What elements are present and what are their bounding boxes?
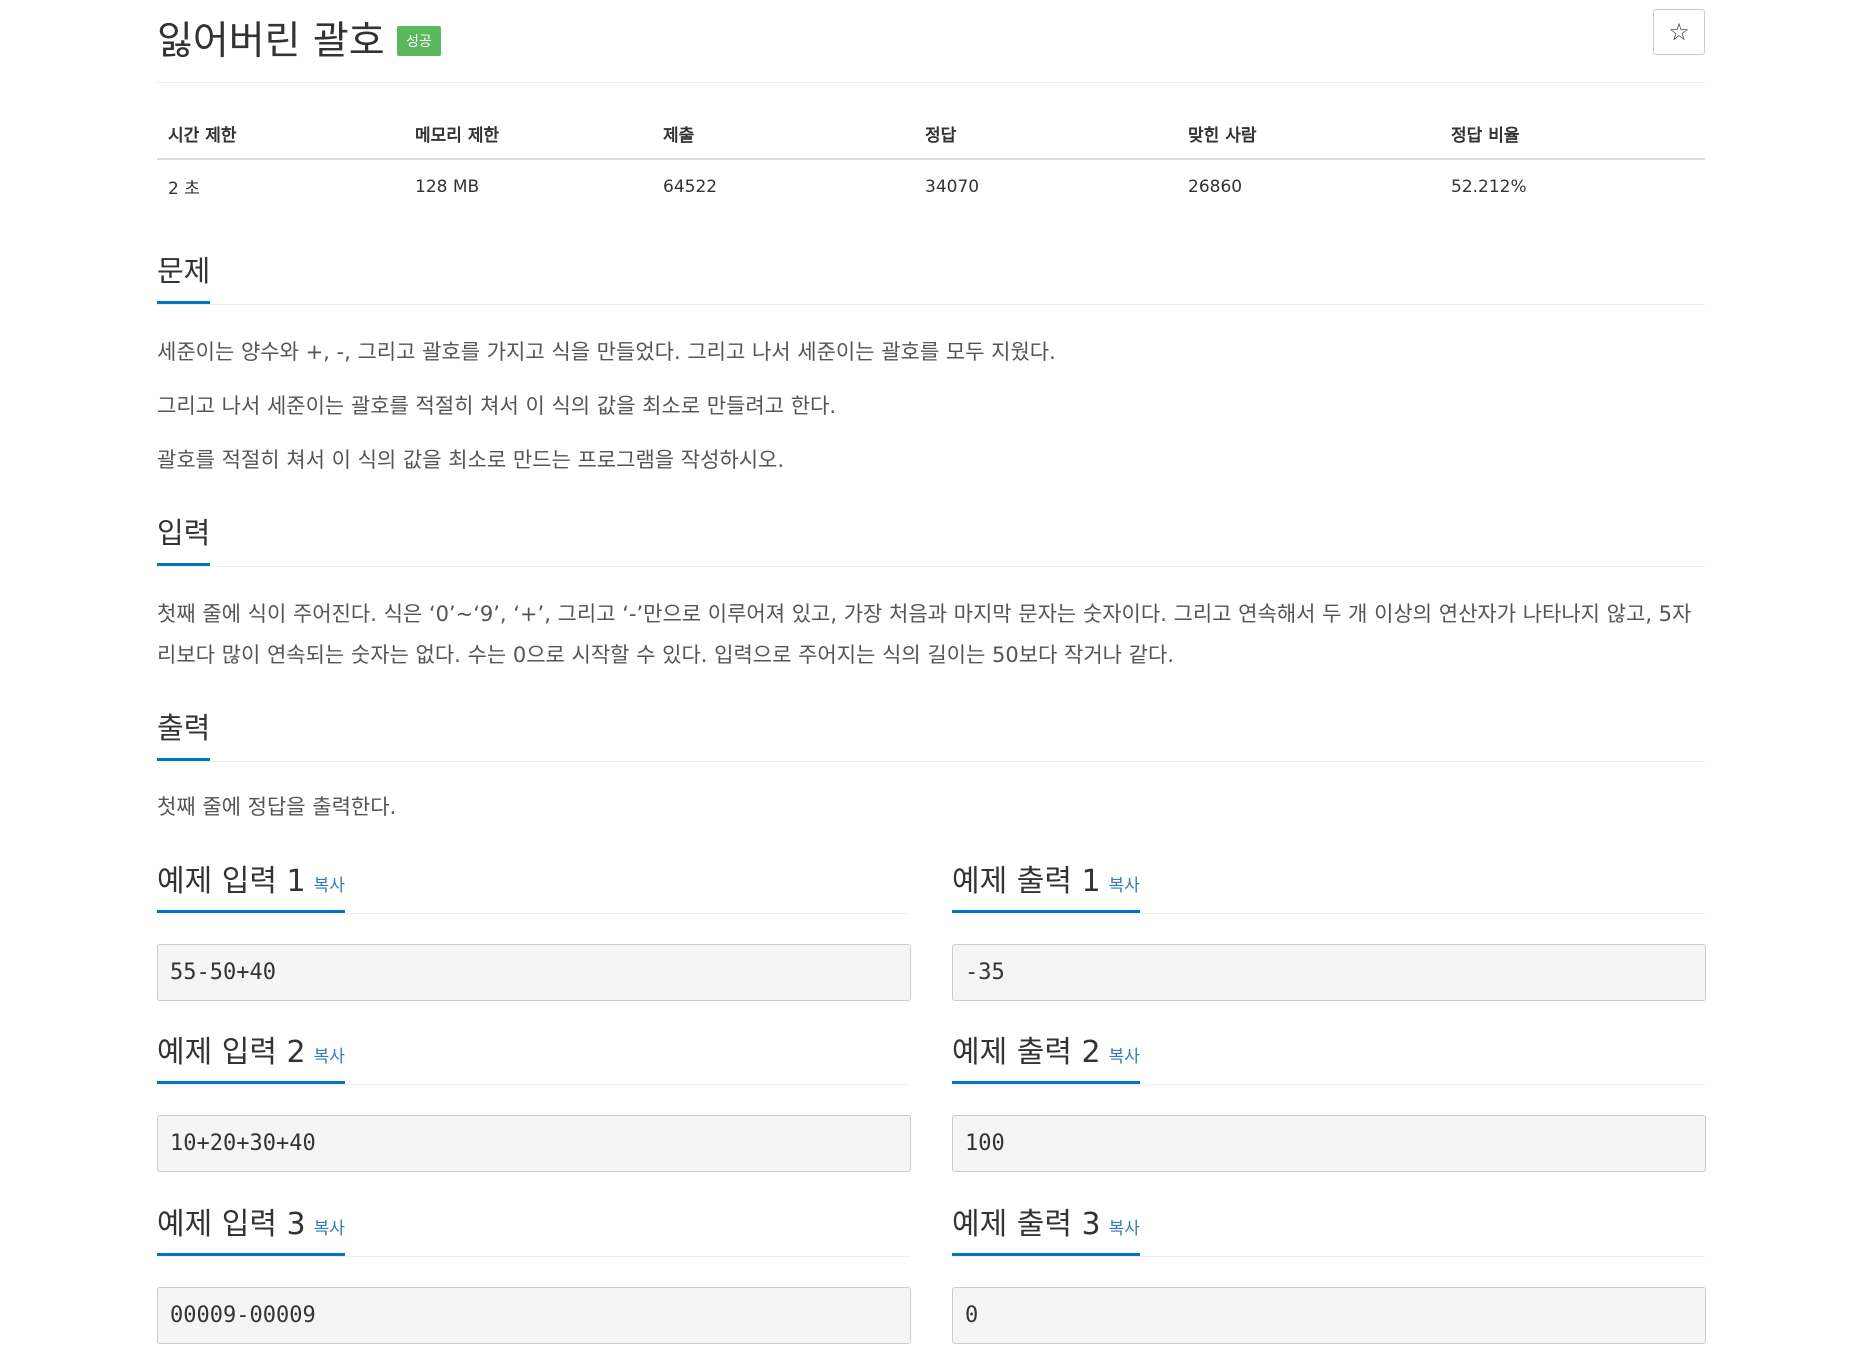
output-header: 출력 <box>157 705 1705 762</box>
problem-page: 잃어버린 괄호 성공 ☆ 시간 제한 메모리 제한 제출 정답 맞힌 사람 정답… <box>157 0 1706 1344</box>
ratio-header: 정답 비율 <box>1440 106 1705 160</box>
sample-output-2-title: 예제 출력 2 복사 <box>952 1027 1140 1084</box>
sample-output-1-label: 예제 출력 1 <box>952 864 1101 899</box>
input-title: 입력 <box>157 510 211 566</box>
info-value-row: 2 초 128 MB 64522 34070 26860 52.212% <box>157 159 1705 211</box>
sample-input-2-title: 예제 입력 2 복사 <box>157 1027 345 1084</box>
star-icon: ☆ <box>1668 18 1690 46</box>
sample-input-3-title: 예제 입력 3 복사 <box>157 1199 345 1256</box>
sample-output-2-label: 예제 출력 2 <box>952 1035 1101 1070</box>
sample-output-2-header: 예제 출력 2 복사 <box>952 1027 1705 1085</box>
sample-input-3: 00009-00009 <box>157 1287 911 1344</box>
problem-info-table: 시간 제한 메모리 제한 제출 정답 맞힌 사람 정답 비율 2 초 128 M… <box>157 106 1705 211</box>
memory-limit-header: 메모리 제한 <box>404 106 652 160</box>
sample-input-2-label: 예제 입력 2 <box>157 1035 306 1070</box>
copy-button[interactable]: 복사 <box>1109 1219 1140 1239</box>
sample-input-2-header: 예제 입력 2 복사 <box>157 1027 910 1085</box>
output-description: 첫째 줄에 정답을 출력한다. <box>157 795 397 819</box>
copy-button[interactable]: 복사 <box>1109 876 1140 896</box>
copy-button[interactable]: 복사 <box>314 1047 345 1067</box>
favorite-button[interactable]: ☆ <box>1653 9 1705 55</box>
sample-input-1-header: 예제 입력 1 복사 <box>157 856 910 914</box>
sample-input-1: 55-50+40 <box>157 944 911 1001</box>
accepted-value: 34070 <box>925 176 980 197</box>
description-header: 문제 <box>157 248 1705 305</box>
sample-output-3-header: 예제 출력 3 복사 <box>952 1199 1705 1257</box>
description-paragraph: 그리고 나서 세준이는 괄호를 적절히 쳐서 이 식의 값을 최소로 만들려고 … <box>157 394 837 418</box>
solvers-header: 맞힌 사람 <box>1177 106 1440 160</box>
description-title: 문제 <box>157 248 211 304</box>
input-header: 입력 <box>157 510 1705 567</box>
memory-limit-value: 128 MB <box>415 176 480 197</box>
sample-output-3: 0 <box>952 1287 1706 1344</box>
solvers-value: 26860 <box>1188 176 1243 197</box>
sample-output-1: -35 <box>952 944 1706 1001</box>
sample-input-1-label: 예제 입력 1 <box>157 864 306 899</box>
description-paragraph: 세준이는 양수와 +, -, 그리고 괄호를 가지고 식을 만들었다. 그리고 … <box>157 340 1056 364</box>
info-header-row: 시간 제한 메모리 제한 제출 정답 맞힌 사람 정답 비율 <box>157 106 1705 160</box>
sample-output-2: 100 <box>952 1115 1706 1172</box>
submissions-value: 64522 <box>663 176 718 197</box>
description-paragraph: 괄호를 적절히 쳐서 이 식의 값을 최소로 만드는 프로그램을 작성하시오. <box>157 448 785 472</box>
sample-output-3-title: 예제 출력 3 복사 <box>952 1199 1140 1256</box>
copy-button[interactable]: 복사 <box>314 876 345 896</box>
sample-output-1-title: 예제 출력 1 복사 <box>952 856 1140 913</box>
page-title: 잃어버린 괄호 <box>157 19 385 64</box>
time-limit-value: 2 초 <box>168 179 200 199</box>
input-description: 첫째 줄에 식이 주어진다. 식은 ‘0’~‘9’, ‘+’, 그리고 ‘-’만… <box>157 602 1692 667</box>
sample-input-2: 10+20+30+40 <box>157 1115 911 1172</box>
sample-output-1-header: 예제 출력 1 복사 <box>952 856 1705 914</box>
output-title: 출력 <box>157 705 211 761</box>
sample-input-3-header: 예제 입력 3 복사 <box>157 1199 910 1257</box>
status-badge: 성공 <box>397 26 441 56</box>
copy-button[interactable]: 복사 <box>1109 1047 1140 1067</box>
copy-button[interactable]: 복사 <box>314 1219 345 1239</box>
sample-input-3-label: 예제 입력 3 <box>157 1207 306 1242</box>
ratio-value: 52.212% <box>1451 176 1527 197</box>
accepted-header: 정답 <box>914 106 1177 160</box>
time-limit-header: 시간 제한 <box>157 106 404 160</box>
title-row: 잃어버린 괄호 성공 ☆ <box>157 0 1705 83</box>
submissions-header: 제출 <box>652 106 914 160</box>
sample-input-1-title: 예제 입력 1 복사 <box>157 856 345 913</box>
sample-output-3-label: 예제 출력 3 <box>952 1207 1101 1242</box>
